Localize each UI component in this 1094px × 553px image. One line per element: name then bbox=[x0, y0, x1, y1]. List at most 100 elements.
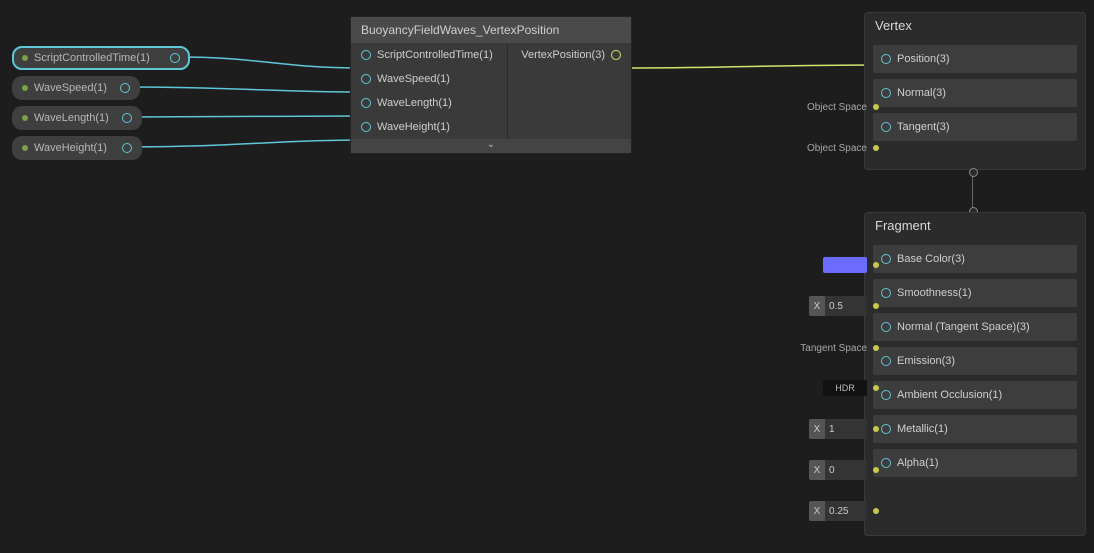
param-out-port[interactable] bbox=[170, 53, 180, 63]
slot-port[interactable] bbox=[881, 54, 891, 64]
emission-hdr[interactable]: HDR bbox=[823, 378, 879, 398]
panel-title: Fragment bbox=[865, 213, 1085, 239]
ambient-occlusion-field[interactable]: X1 bbox=[809, 418, 879, 440]
fragment-slot-smoothness[interactable]: Smoothness(1) bbox=[873, 279, 1077, 307]
slot-label: Smoothness(1) bbox=[897, 287, 972, 299]
panel-connector bbox=[972, 172, 973, 212]
axis-label: X bbox=[809, 419, 825, 439]
axis-label: X bbox=[809, 501, 825, 521]
value-input[interactable]: 1 bbox=[825, 419, 867, 439]
node-title[interactable]: BuoyancyFieldWaves_VertexPosition bbox=[351, 17, 631, 43]
slot-port[interactable] bbox=[881, 458, 891, 468]
vertex-slot-position[interactable]: Position(3) bbox=[873, 45, 1077, 73]
axis-label: X bbox=[809, 460, 825, 480]
value-input[interactable]: 0 bbox=[825, 460, 867, 480]
vertex-normal-space-label[interactable]: Object Space bbox=[807, 96, 879, 118]
fragment-slot-base-color[interactable]: Base Color(3) bbox=[873, 245, 1077, 273]
inline-port[interactable] bbox=[873, 345, 879, 351]
node-input-row[interactable]: ScriptControlledTime(1) bbox=[351, 43, 507, 67]
inline-port[interactable] bbox=[873, 104, 879, 110]
space-label-text: Object Space bbox=[807, 102, 867, 113]
slot-label: Alpha(1) bbox=[897, 457, 939, 469]
vertex-tangent-space-label[interactable]: Object Space bbox=[807, 137, 879, 159]
inline-port[interactable] bbox=[873, 145, 879, 151]
base-color-swatch[interactable] bbox=[823, 255, 879, 275]
param-script-controlled-time[interactable]: ScriptControlledTime(1) bbox=[12, 46, 190, 70]
value-input[interactable]: 0.5 bbox=[825, 296, 867, 316]
slot-label: Ambient Occlusion(1) bbox=[897, 389, 1002, 401]
node-input-row[interactable]: WaveSpeed(1) bbox=[351, 67, 507, 91]
input-label: WaveSpeed(1) bbox=[377, 73, 450, 85]
inline-port[interactable] bbox=[873, 467, 879, 473]
slot-label: Base Color(3) bbox=[897, 253, 965, 265]
param-wave-length[interactable]: WaveLength(1) bbox=[12, 106, 142, 130]
tangent-space-label[interactable]: Tangent Space bbox=[800, 337, 879, 359]
fragment-slot-alpha[interactable]: Alpha(1) bbox=[873, 449, 1077, 477]
slot-label: Tangent(3) bbox=[897, 121, 950, 133]
connector-end-icon bbox=[969, 168, 978, 177]
fragment-slot-emission[interactable]: Emission(3) bbox=[873, 347, 1077, 375]
metallic-field[interactable]: X0 bbox=[809, 459, 879, 481]
param-in-dot bbox=[22, 55, 28, 61]
param-wave-height[interactable]: WaveHeight(1) bbox=[12, 136, 142, 160]
slot-port[interactable] bbox=[881, 122, 891, 132]
axis-label: X bbox=[809, 296, 825, 316]
slot-label: Metallic(1) bbox=[897, 423, 948, 435]
smoothness-field[interactable]: X0.5 bbox=[809, 295, 879, 317]
vertex-slot-normal[interactable]: Normal(3) bbox=[873, 79, 1077, 107]
slot-port[interactable] bbox=[881, 356, 891, 366]
param-out-port[interactable] bbox=[122, 143, 132, 153]
input-port[interactable] bbox=[361, 122, 371, 132]
param-out-port[interactable] bbox=[120, 83, 130, 93]
value-input[interactable]: 0.25 bbox=[825, 501, 867, 521]
inline-port[interactable] bbox=[873, 303, 879, 309]
slot-port[interactable] bbox=[881, 424, 891, 434]
input-label: ScriptControlledTime(1) bbox=[377, 49, 493, 61]
input-port[interactable] bbox=[361, 50, 371, 60]
space-label-text: Object Space bbox=[807, 143, 867, 154]
fragment-slot-ambient-occlusion[interactable]: Ambient Occlusion(1) bbox=[873, 381, 1077, 409]
slot-label: Position(3) bbox=[897, 53, 950, 65]
inline-port[interactable] bbox=[873, 508, 879, 514]
node-buoyancy-field-waves[interactable]: BuoyancyFieldWaves_VertexPosition Script… bbox=[350, 16, 632, 154]
panel-vertex[interactable]: Vertex Position(3) Normal(3) Tangent(3) bbox=[864, 12, 1086, 170]
node-expand-button[interactable]: ⌄ bbox=[351, 139, 631, 153]
input-port[interactable] bbox=[361, 74, 371, 84]
slot-label: Emission(3) bbox=[897, 355, 955, 367]
panel-fragment[interactable]: Fragment Base Color(3) Smoothness(1) Nor… bbox=[864, 212, 1086, 536]
slot-port[interactable] bbox=[881, 88, 891, 98]
input-label: WaveLength(1) bbox=[377, 97, 452, 109]
input-label: WaveHeight(1) bbox=[377, 121, 450, 133]
inline-port[interactable] bbox=[873, 426, 879, 432]
slot-port[interactable] bbox=[881, 288, 891, 298]
param-in-dot bbox=[22, 145, 28, 151]
output-label: VertexPosition(3) bbox=[521, 49, 605, 61]
input-port[interactable] bbox=[361, 98, 371, 108]
fragment-slot-metallic[interactable]: Metallic(1) bbox=[873, 415, 1077, 443]
param-in-dot bbox=[22, 85, 28, 91]
panel-title: Vertex bbox=[865, 13, 1085, 39]
alpha-field[interactable]: X0.25 bbox=[809, 500, 879, 522]
slot-label: Normal (Tangent Space)(3) bbox=[897, 321, 1030, 333]
param-label: WaveLength(1) bbox=[34, 112, 109, 124]
hdr-badge[interactable]: HDR bbox=[823, 380, 867, 396]
slot-port[interactable] bbox=[881, 390, 891, 400]
color-box[interactable] bbox=[823, 257, 867, 273]
output-port[interactable] bbox=[611, 50, 621, 60]
node-output-row[interactable]: VertexPosition(3) bbox=[508, 43, 631, 67]
param-in-dot bbox=[22, 115, 28, 121]
space-label-text: Tangent Space bbox=[800, 343, 867, 354]
node-input-row[interactable]: WaveHeight(1) bbox=[351, 115, 507, 139]
param-label: WaveHeight(1) bbox=[34, 142, 107, 154]
vertex-slot-tangent[interactable]: Tangent(3) bbox=[873, 113, 1077, 141]
inline-port[interactable] bbox=[873, 262, 879, 268]
param-wave-speed[interactable]: WaveSpeed(1) bbox=[12, 76, 140, 100]
fragment-slot-normal[interactable]: Normal (Tangent Space)(3) bbox=[873, 313, 1077, 341]
param-label: WaveSpeed(1) bbox=[34, 82, 107, 94]
node-input-row[interactable]: WaveLength(1) bbox=[351, 91, 507, 115]
param-out-port[interactable] bbox=[122, 113, 132, 123]
inline-port[interactable] bbox=[873, 385, 879, 391]
slot-port[interactable] bbox=[881, 322, 891, 332]
slot-label: Normal(3) bbox=[897, 87, 946, 99]
slot-port[interactable] bbox=[881, 254, 891, 264]
